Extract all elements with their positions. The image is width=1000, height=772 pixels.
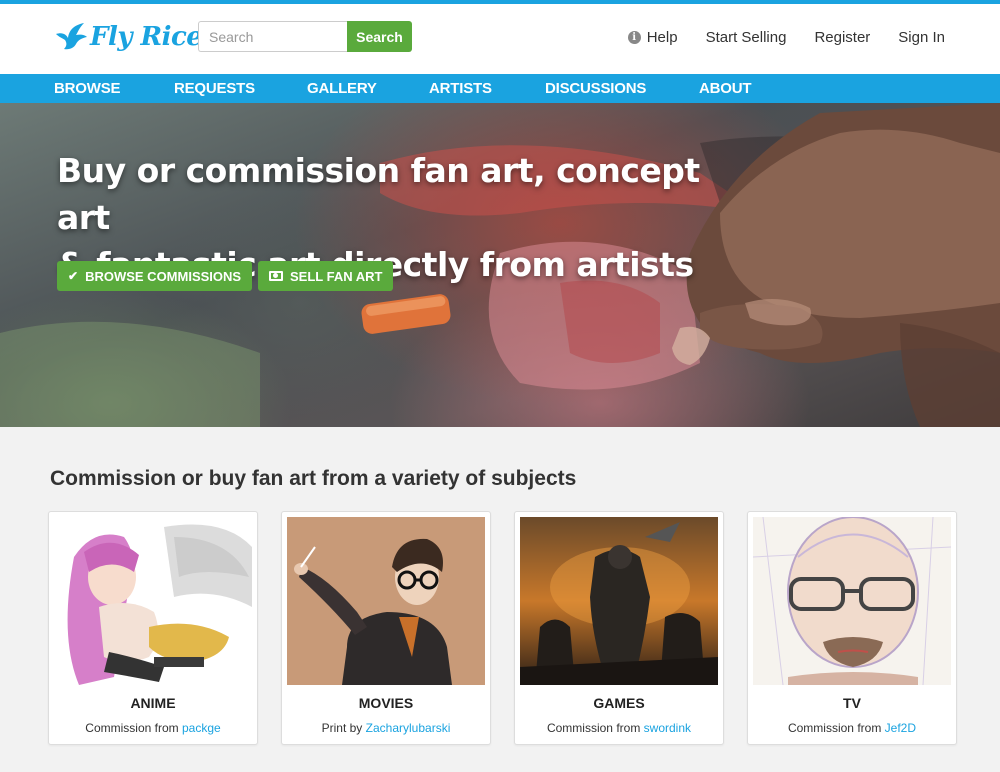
site-header: Fly Rice Search i Help Start Selling Reg… (0, 4, 1000, 74)
anime-artwork-image (54, 517, 252, 685)
card-title: GAMES (593, 695, 645, 711)
movies-artwork-image (287, 517, 485, 685)
subject-card-movies[interactable]: MOVIES Print by Zacharylubarski (281, 511, 491, 745)
card-credit: Print by Zacharylubarski (282, 721, 490, 735)
card-credit: Commission from swordink (515, 721, 723, 735)
artist-link[interactable]: packge (182, 721, 221, 735)
sell-fan-art-label: SELL FAN ART (290, 268, 383, 284)
nav-item-about[interactable]: ABOUT (699, 80, 752, 97)
site-logo[interactable]: Fly Rice (54, 22, 203, 52)
hero-headline-line-1: Buy or commission fan art, concept art (57, 151, 700, 237)
artist-link[interactable]: Zacharylubarski (366, 721, 451, 735)
logo-text: Fly Rice (90, 22, 203, 52)
bird-icon (56, 23, 87, 50)
credit-prefix: Print by (321, 721, 363, 735)
credit-prefix: Commission from (787, 721, 882, 735)
card-title: ANIME (130, 695, 176, 711)
account-links: i Help Start Selling Register Sign In (627, 29, 945, 46)
nav-item-discussions[interactable]: DISCUSSIONS (545, 80, 646, 97)
search-button[interactable]: Search (347, 21, 412, 52)
subject-card-tv[interactable]: TV Commission from Jef2D (747, 511, 957, 745)
subjects-section-title: Commission or buy fan art from a variety… (50, 467, 577, 490)
nav-item-browse[interactable]: BROWSE (54, 80, 121, 97)
artist-link[interactable]: swordink (644, 721, 691, 735)
card-credit: Commission from packge (49, 721, 257, 735)
artist-link[interactable]: Jef2D (885, 721, 916, 735)
credit-prefix: Commission from (546, 721, 641, 735)
nav-item-requests[interactable]: REQUESTS (174, 80, 255, 97)
help-label: Help (646, 29, 678, 46)
card-title: TV (843, 695, 861, 711)
subject-card-games[interactable]: GAMES Commission from swordink (514, 511, 724, 745)
register-link[interactable]: Register (814, 29, 870, 46)
check-icon: ✔ (68, 269, 79, 283)
browse-commissions-label: BROWSE COMMISSIONS (85, 268, 242, 284)
card-credit: Commission from Jef2D (748, 721, 956, 735)
cash-icon (269, 271, 283, 281)
nav-item-gallery[interactable]: GALLERY (307, 80, 377, 97)
search-input[interactable] (198, 21, 348, 52)
sign-in-link[interactable]: Sign In (898, 29, 945, 46)
help-link[interactable]: i Help (627, 29, 678, 46)
games-artwork-image (520, 517, 718, 685)
hero-banner: Buy or commission fan art, concept art &… (0, 103, 1000, 427)
credit-prefix: Commission from (85, 721, 179, 735)
info-icon: i (627, 31, 641, 44)
main-nav: BROWSE REQUESTS GALLERY ARTISTS DISCUSSI… (0, 74, 1000, 103)
sell-fan-art-button[interactable]: SELL FAN ART (258, 261, 394, 291)
browse-commissions-button[interactable]: ✔ BROWSE COMMISSIONS (57, 261, 253, 291)
subject-card-anime[interactable]: ANIME Commission from packge (48, 511, 258, 745)
nav-item-artists[interactable]: ARTISTS (429, 80, 492, 97)
card-title: MOVIES (358, 695, 414, 711)
start-selling-link[interactable]: Start Selling (706, 29, 787, 46)
tv-artwork-image (753, 517, 951, 685)
